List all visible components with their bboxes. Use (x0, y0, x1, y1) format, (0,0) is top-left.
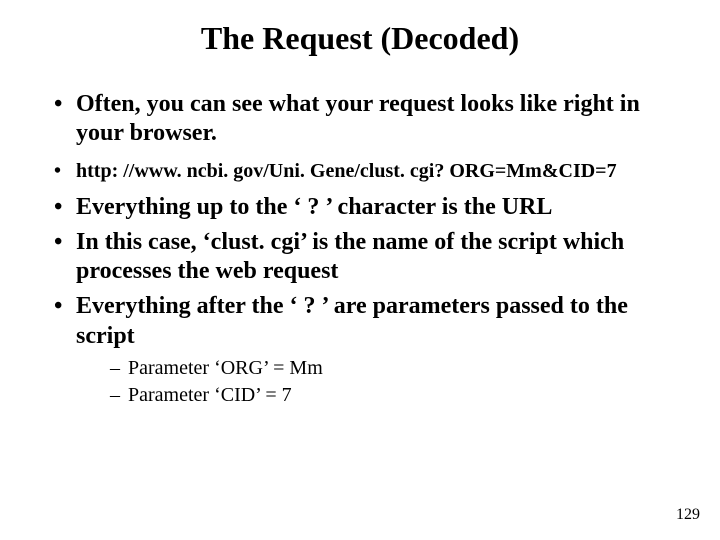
slide: The Request (Decoded) Often, you can see… (0, 0, 720, 540)
bullet-item-url: http: //www. ncbi. gov/Uni. Gene/clust. … (48, 155, 690, 187)
sub-bullet-list: Parameter ‘ORG’ = Mm Parameter ‘CID’ = 7 (76, 355, 690, 409)
sub-bullet-item: Parameter ‘CID’ = 7 (110, 382, 690, 409)
bullet-item: Often, you can see what your request loo… (48, 90, 690, 149)
bullet-list: Often, you can see what your request loo… (48, 90, 690, 409)
bullet-item: Everything after the ‘ ? ’ are parameter… (48, 292, 690, 409)
bullet-item: In this case, ‘clust. cgi’ is the name o… (48, 228, 690, 287)
bullet-text: Everything after the ‘ ? ’ are parameter… (76, 293, 628, 348)
slide-body: Often, you can see what your request loo… (48, 90, 690, 415)
bullet-item: Everything up to the ‘ ? ’ character is … (48, 193, 690, 222)
page-number: 129 (676, 506, 700, 524)
slide-title: The Request (Decoded) (0, 20, 720, 57)
sub-bullet-item: Parameter ‘ORG’ = Mm (110, 355, 690, 382)
